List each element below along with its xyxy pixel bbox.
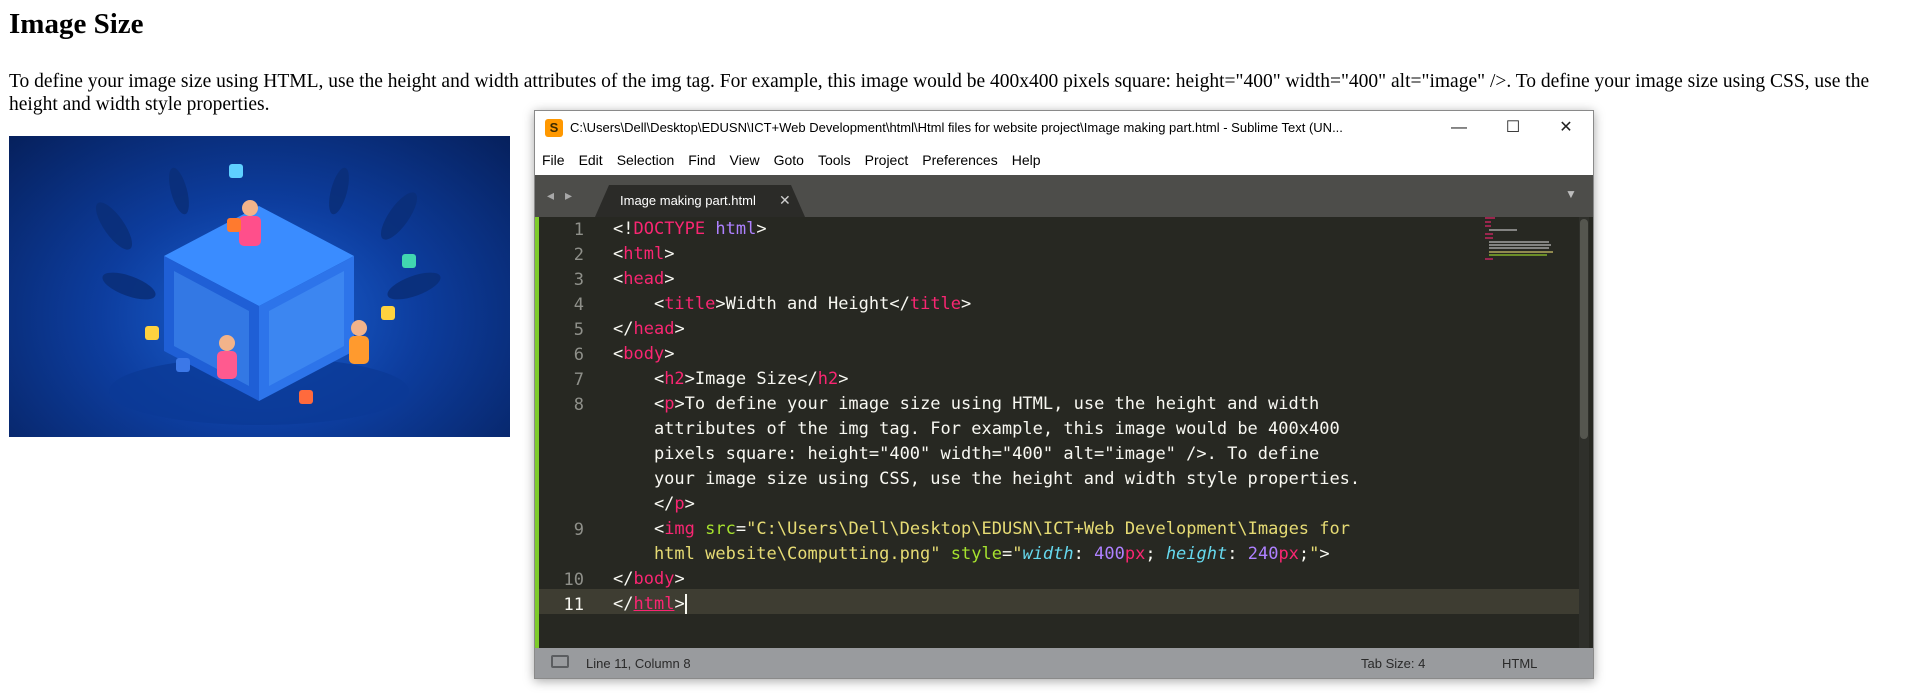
code-line: <title>Width and Height</title> — [613, 294, 972, 314]
line-number: 4 — [573, 295, 584, 315]
title-bar[interactable]: S C:\Users\Dell\Desktop\EDUSN\ICT+Web De… — [535, 111, 1593, 145]
isometric-illustration-image — [9, 136, 510, 437]
menu-tools[interactable]: Tools — [811, 145, 858, 168]
tab-size-indicator[interactable]: Tab Size: 4 — [1361, 656, 1425, 671]
code-line: </html> — [613, 594, 687, 614]
menu-bar: File Edit Selection Find View Goto Tools Projec… — [535, 145, 1593, 175]
line-number: 8 — [573, 395, 584, 415]
panel-toggle-icon[interactable] — [551, 655, 569, 668]
code-line: <!DOCTYPE html> — [613, 219, 767, 239]
code-line: <head> — [613, 269, 675, 289]
maximize-button[interactable]: ☐ — [1486, 111, 1540, 145]
code-line: <p>To define your image size using HTML,… — [613, 394, 1320, 414]
sublime-logo-icon: S — [545, 119, 563, 137]
line-number: 7 — [573, 370, 584, 390]
line-number: 3 — [573, 270, 584, 290]
minimize-button[interactable]: — — [1432, 111, 1486, 145]
text-cursor — [684, 594, 687, 614]
menu-edit[interactable]: Edit — [572, 145, 610, 168]
code-line: pixels square: height="400" width="400" … — [613, 444, 1320, 464]
tab-close-icon[interactable]: ✕ — [779, 192, 791, 209]
line-number: 5 — [573, 320, 584, 340]
menu-find[interactable]: Find — [681, 145, 722, 168]
code-line: </body> — [613, 569, 685, 589]
code-line: your image size using CSS, use the heigh… — [613, 469, 1361, 489]
line-number: 11 — [563, 595, 584, 615]
line-number: 2 — [573, 245, 584, 265]
code-line: <img src="C:\Users\Dell\Desktop\EDUSN\IC… — [613, 519, 1350, 539]
menu-project[interactable]: Project — [858, 145, 916, 168]
code-line: attributes of the img tag. For example, … — [613, 419, 1340, 439]
code-line: </head> — [613, 319, 685, 339]
syntax-indicator[interactable]: HTML — [1502, 656, 1537, 671]
tab-image-making-part[interactable]: Image making part.html ✕ — [595, 185, 805, 217]
current-line-highlight — [539, 589, 1579, 614]
tab-nav-right-icon[interactable]: ▸ — [565, 187, 572, 204]
code-line: html website\Computting.png" style="widt… — [613, 544, 1330, 564]
code-editor[interactable]: 1 2 3 4 5 6 7 8 9 10 11 <!DOCTYPE html> … — [535, 217, 1593, 648]
menu-help[interactable]: Help — [1005, 145, 1048, 168]
line-number: 1 — [573, 220, 584, 240]
menu-preferences[interactable]: Preferences — [915, 145, 1004, 168]
sublime-text-window: S C:\Users\Dell\Desktop\EDUSN\ICT+Web De… — [534, 110, 1594, 679]
vertical-scrollbar[interactable] — [1579, 217, 1589, 648]
window-title: C:\Users\Dell\Desktop\EDUSN\ICT+Web Deve… — [570, 120, 1343, 135]
line-number-gutter: 1 2 3 4 5 6 7 8 9 10 11 — [539, 217, 604, 648]
menu-selection[interactable]: Selection — [610, 145, 682, 168]
line-number: 6 — [573, 345, 584, 365]
close-button[interactable]: ✕ — [1539, 111, 1593, 145]
code-line: <html> — [613, 244, 675, 264]
line-number: 9 — [573, 520, 584, 540]
menu-goto[interactable]: Goto — [767, 145, 811, 168]
tab-bar: ◂ ▸ Image making part.html ✕ ▼ — [535, 175, 1593, 217]
tab-nav-left-icon[interactable]: ◂ — [547, 187, 554, 204]
line-number: 10 — [563, 570, 584, 590]
scrollbar-thumb[interactable] — [1580, 219, 1588, 439]
minimap[interactable] — [1485, 217, 1567, 262]
menu-file[interactable]: File — [535, 145, 572, 168]
tab-dropdown-icon[interactable]: ▼ — [1565, 187, 1577, 201]
code-line: </p> — [613, 494, 695, 514]
page-heading: Image Size — [9, 8, 144, 40]
tab-label: Image making part.html — [620, 193, 756, 208]
status-bar: Line 11, Column 8 Tab Size: 4 HTML — [535, 648, 1593, 678]
code-line: <body> — [613, 344, 675, 364]
code-line: <h2>Image Size</h2> — [613, 369, 849, 389]
cursor-position: Line 11, Column 8 — [586, 656, 691, 671]
menu-view[interactable]: View — [723, 145, 767, 168]
